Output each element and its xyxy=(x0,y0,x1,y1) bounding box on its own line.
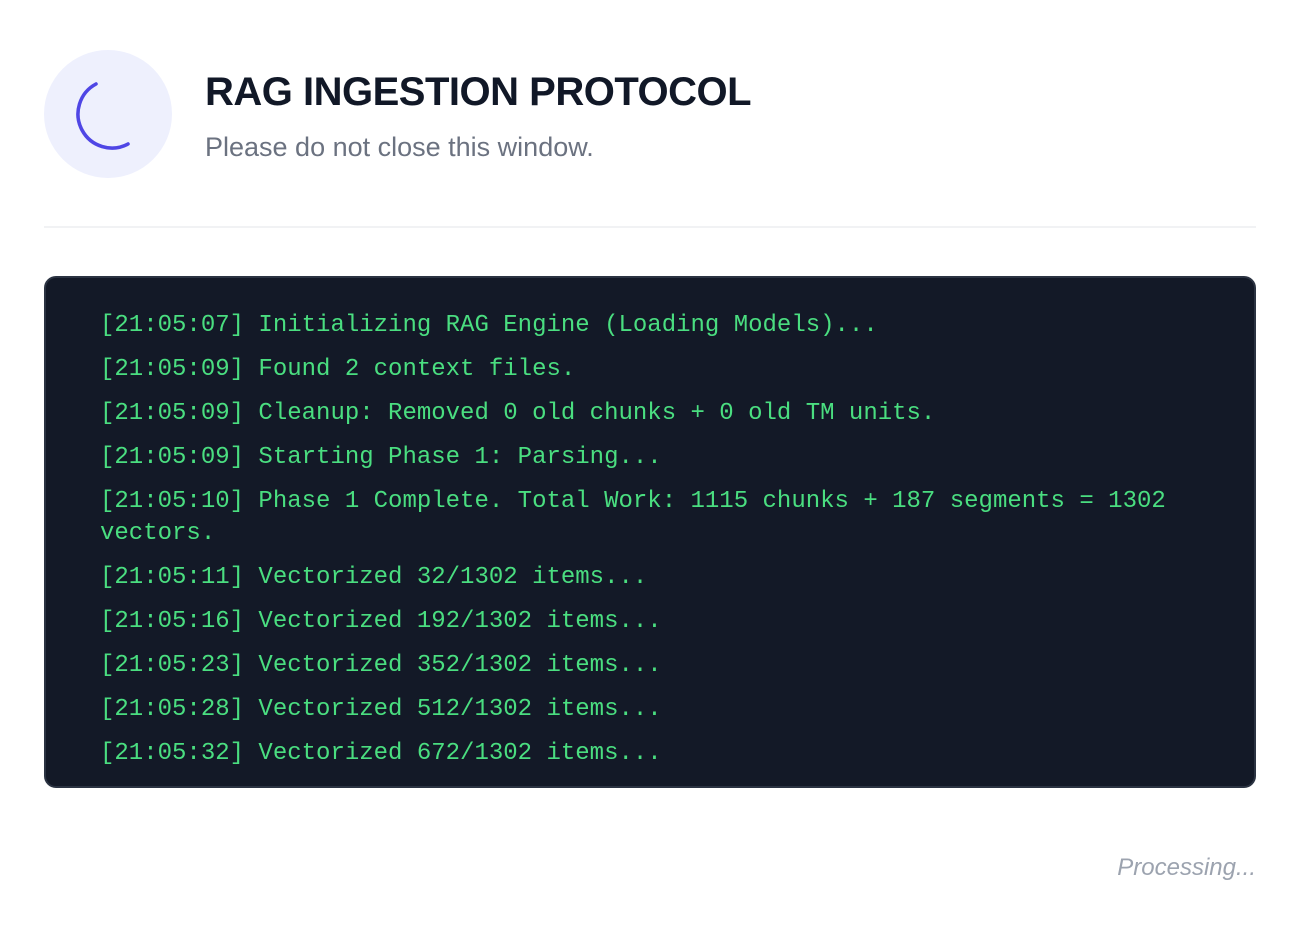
page-subtitle: Please do not close this window. xyxy=(205,132,594,162)
log-line: [21:05:10] Phase 1 Complete. Total Work:… xyxy=(100,488,1181,547)
log-line: [21:05:23] Vectorized 352/1302 items... xyxy=(100,652,662,679)
log-line: [21:05:09] Found 2 context files. xyxy=(100,356,576,383)
progress-header: RAG INGESTION PROTOCOL Please do not clo… xyxy=(44,50,1256,178)
log-line: [21:05:32] Vectorized 672/1302 items... xyxy=(100,740,662,767)
loading-spinner-icon xyxy=(44,50,172,178)
log-line: [21:05:07] Initializing RAG Engine (Load… xyxy=(100,312,878,339)
log-line: [21:05:09] Cleanup: Removed 0 old chunks… xyxy=(100,400,936,427)
log-line: [21:05:09] Starting Phase 1: Parsing... xyxy=(100,444,662,471)
status-text: Processing... xyxy=(1117,854,1256,881)
log-line: [21:05:28] Vectorized 512/1302 items... xyxy=(100,696,662,723)
log-line: [21:05:16] Vectorized 192/1302 items... xyxy=(100,608,662,635)
log-console[interactable]: [21:05:07] Initializing RAG Engine (Load… xyxy=(44,276,1256,788)
header-divider xyxy=(44,226,1256,228)
page-title: RAG INGESTION PROTOCOL xyxy=(205,70,752,114)
log-line: [21:05:11] Vectorized 32/1302 items... xyxy=(100,564,648,591)
